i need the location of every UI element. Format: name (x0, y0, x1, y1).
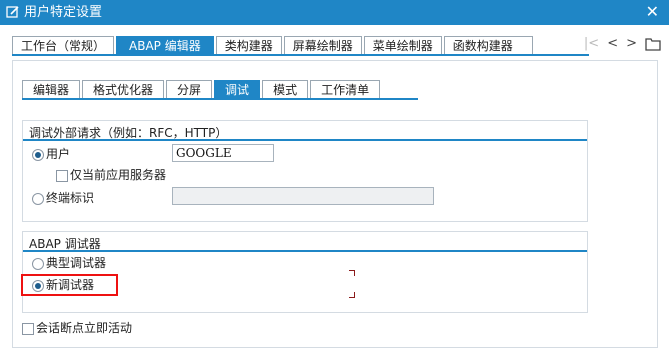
title-bar: 用户特定设置 ✕ (0, 0, 669, 25)
tab-list-icon[interactable] (645, 36, 661, 52)
highlight-box (21, 274, 118, 296)
sub-tab-underline (22, 98, 418, 100)
abap-debugger-group: ABAP 调试器 (22, 231, 588, 313)
first-tab-button[interactable]: |< (584, 35, 599, 53)
terminal-input[interactable] (172, 187, 434, 205)
close-icon[interactable]: ✕ (646, 3, 659, 21)
next-tab-button[interactable]: > (626, 35, 637, 53)
subtab-debugging[interactable]: 调试 (214, 80, 261, 98)
subtab-split-screen[interactable]: 分屏 (166, 80, 213, 98)
group-underline (23, 139, 587, 141)
subtab-editor[interactable]: 编辑器 (22, 80, 81, 98)
user-input[interactable]: GOOGLE (172, 144, 274, 162)
session-breakpoint-label: 会话断点立即活动 (36, 321, 133, 335)
corner-mark-bottom (349, 292, 355, 298)
tab-function-builder[interactable]: 函数构建器 (443, 36, 533, 54)
tab-abap-editor[interactable]: ABAP 编辑器 (116, 36, 214, 54)
classic-debugger-label: 典型调试器 (46, 256, 107, 270)
tab-workbench[interactable]: 工作台（常规） (12, 36, 115, 54)
sub-tab-strip: 编辑器 格式优化器 分屏 调试 模式 工作清单 (22, 80, 382, 98)
tab-menu-painter[interactable]: 菜单绘制器 (363, 36, 442, 54)
main-tab-underline (12, 54, 589, 56)
app-server-only-label: 仅当前应用服务器 (70, 168, 167, 182)
tab-screen-painter[interactable]: 屏幕绘制器 (283, 36, 362, 54)
tab-class-builder[interactable]: 类构建器 (215, 36, 282, 54)
prev-tab-button[interactable]: < (607, 35, 618, 53)
window-title: 用户特定设置 (24, 5, 103, 20)
session-breakpoint-checkbox[interactable] (22, 323, 34, 335)
terminal-label: 终端标识 (46, 191, 95, 205)
main-tab-strip: 工作台（常规） ABAP 编辑器 类构建器 屏幕绘制器 菜单绘制器 函数构建器 (12, 36, 535, 54)
radio-user[interactable] (32, 149, 44, 161)
subtab-pattern[interactable]: 模式 (262, 80, 309, 98)
user-label: 用户 (46, 147, 71, 161)
subtab-pretty-printer[interactable]: 格式优化器 (82, 80, 165, 98)
group-underline (23, 250, 587, 252)
settings-edit-icon (6, 6, 19, 18)
tab-navigation: |< < > (584, 35, 661, 53)
radio-terminal[interactable] (32, 193, 44, 205)
radio-classic-debugger[interactable] (32, 258, 44, 270)
app-server-only-checkbox[interactable] (56, 170, 68, 182)
subtab-worklist[interactable]: 工作清单 (310, 80, 381, 98)
corner-mark-top (349, 270, 355, 276)
